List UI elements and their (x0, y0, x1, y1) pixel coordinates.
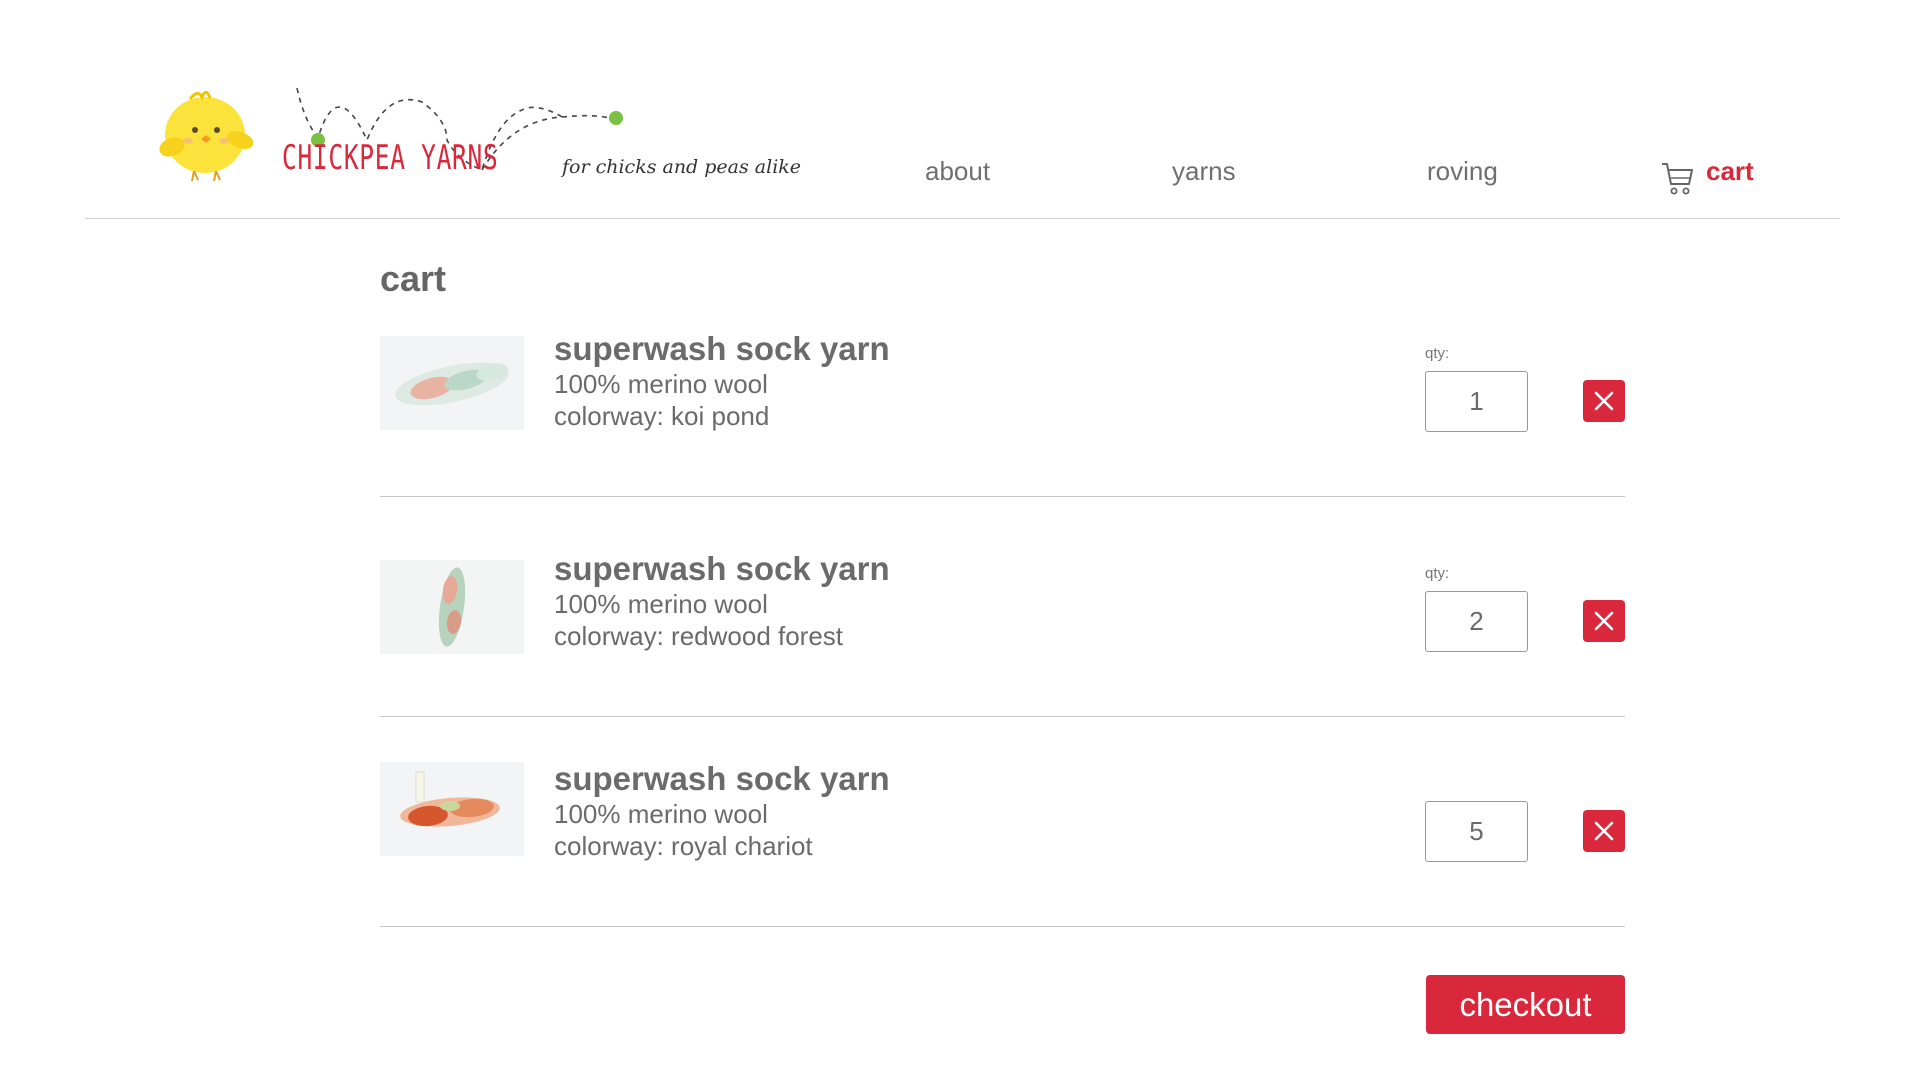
nav-yarns[interactable]: yarns (1172, 156, 1236, 187)
item-divider (380, 496, 1625, 497)
product-info: superwash sock yarn 100% merino wool col… (554, 550, 890, 652)
close-icon (1594, 611, 1614, 631)
product-name[interactable]: superwash sock yarn (554, 760, 890, 798)
nav-cart[interactable]: cart (1706, 156, 1754, 187)
product-thumbnail[interactable] (380, 336, 524, 430)
product-fiber: 100% merino wool (554, 799, 768, 829)
page-title: cart (380, 258, 447, 299)
product-thumbnail[interactable] (380, 560, 524, 654)
item-divider (380, 926, 1625, 927)
qty-label: qty: (1425, 565, 1450, 582)
product-fiber: 100% merino wool (554, 369, 768, 399)
product-info: superwash sock yarn 100% merino wool col… (554, 760, 890, 862)
quantity-input[interactable]: 2 (1425, 591, 1528, 652)
cart-item: superwash sock yarn 100% merino wool col… (380, 550, 1625, 700)
nav-about[interactable]: about (925, 156, 990, 187)
brand-tagline: for chicks and peas alike (562, 156, 802, 178)
product-colorway: colorway: redwood forest (554, 621, 844, 651)
item-divider (380, 716, 1625, 717)
remove-item-button[interactable] (1583, 600, 1625, 642)
remove-item-button[interactable] (1583, 380, 1625, 422)
product-colorway: colorway: royal chariot (554, 831, 813, 861)
product-info: superwash sock yarn 100% merino wool col… (554, 330, 890, 432)
cart-item: superwash sock yarn 100% merino wool col… (380, 330, 1625, 480)
product-name[interactable]: superwash sock yarn (554, 330, 890, 368)
quantity-input[interactable]: 5 (1425, 801, 1528, 862)
cart-item: superwash sock yarn 100% merino wool col… (380, 760, 1625, 910)
checkout-button[interactable]: checkout (1426, 975, 1625, 1034)
qty-label: qty: (1425, 345, 1450, 362)
product-name[interactable]: superwash sock yarn (554, 550, 890, 588)
site-header: CHICKPEA YARNS for chicks and peas alike… (0, 0, 1920, 220)
product-fiber: 100% merino wool (554, 589, 768, 619)
nav-roving[interactable]: roving (1427, 156, 1498, 187)
brand-name[interactable]: CHICKPEA YARNS (282, 138, 498, 178)
remove-item-button[interactable] (1583, 810, 1625, 852)
product-colorway: colorway: koi pond (554, 401, 770, 431)
product-thumbnail[interactable] (380, 762, 524, 856)
header-divider (85, 218, 1840, 219)
close-icon (1594, 391, 1614, 411)
quantity-input[interactable]: 1 (1425, 371, 1528, 432)
close-icon (1594, 821, 1614, 841)
cart-icon[interactable] (1660, 160, 1694, 196)
chick-logo-icon[interactable] (150, 85, 260, 185)
